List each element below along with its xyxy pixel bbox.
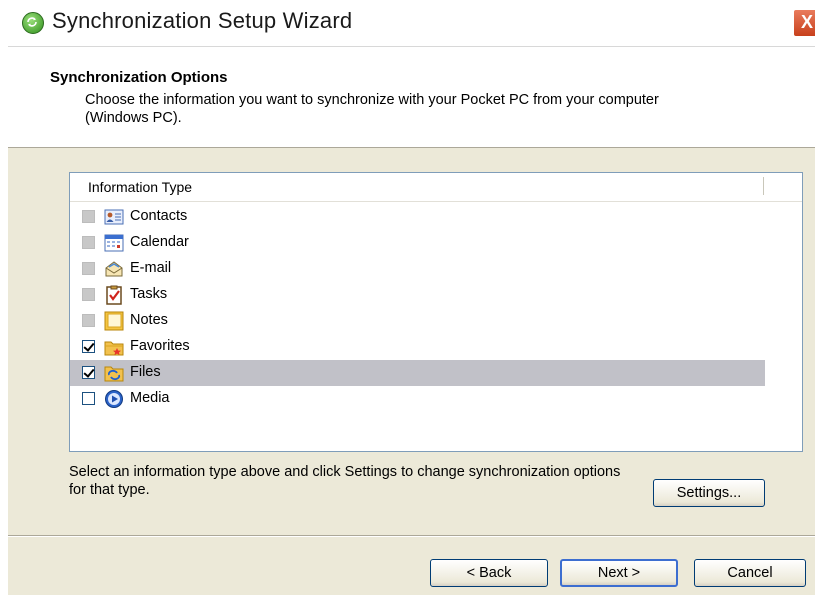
list-item-label: Files <box>130 364 161 380</box>
files-icon <box>104 366 124 382</box>
information-type-list[interactable]: Information Type Contacts Calendar E-mai… <box>69 172 803 452</box>
calendar-checkbox <box>82 236 95 249</box>
sync-app-icon <box>22 12 44 34</box>
files-checkbox[interactable] <box>82 366 95 379</box>
favorites-checkbox[interactable] <box>82 340 95 353</box>
cancel-button[interactable]: Cancel <box>694 559 806 587</box>
list-item-label: Contacts <box>130 208 188 224</box>
list-item-notes[interactable]: Notes <box>70 308 765 334</box>
list-item-email[interactable]: E-mail <box>70 256 765 282</box>
settings-button[interactable]: Settings... <box>653 479 765 507</box>
list-item-label: Favorites <box>130 338 190 354</box>
tasks-checkbox <box>82 288 95 301</box>
notes-checkbox <box>82 314 95 327</box>
list-item-label: Media <box>130 390 170 406</box>
notes-icon <box>104 311 124 331</box>
list-item-contacts[interactable]: Contacts <box>70 204 765 230</box>
calendar-icon <box>104 234 124 252</box>
tasks-icon <box>106 285 122 305</box>
back-button[interactable]: < Back <box>430 559 548 587</box>
footer-divider <box>8 535 815 537</box>
list-item-tasks[interactable]: Tasks <box>70 282 765 308</box>
window-title: Synchronization Setup Wizard <box>52 8 353 33</box>
column-header-label: Information Type <box>88 179 193 195</box>
contacts-checkbox <box>82 210 95 223</box>
page-title: Synchronization Options <box>50 69 228 86</box>
list-item-calendar[interactable]: Calendar <box>70 230 765 256</box>
wizard-header: Synchronization Options Choose the infor… <box>8 47 815 148</box>
list-item-label: Calendar <box>130 234 189 250</box>
list-item-label: Tasks <box>130 286 168 302</box>
title-bar[interactable]: Synchronization Setup Wizard X <box>8 0 815 47</box>
column-header-information-type[interactable]: Information Type <box>70 173 802 202</box>
wizard-window: Synchronization Setup Wizard X Synchroni… <box>8 0 815 595</box>
column-divider[interactable] <box>763 177 764 195</box>
settings-hint-text: Select an information type above and cli… <box>69 464 621 498</box>
media-icon <box>105 390 123 408</box>
email-icon <box>105 261 123 277</box>
email-checkbox <box>82 262 95 275</box>
list-item-label: Notes <box>130 312 168 328</box>
close-icon[interactable]: X <box>793 9 815 37</box>
list-item-files[interactable]: Files <box>70 360 765 386</box>
list-item-media[interactable]: Media <box>70 386 765 412</box>
media-checkbox[interactable] <box>82 392 95 405</box>
list-item-favorites[interactable]: Favorites <box>70 334 765 360</box>
next-button[interactable]: Next > <box>560 559 678 587</box>
list-item-label: E-mail <box>130 260 172 276</box>
contacts-icon <box>104 209 124 225</box>
favorites-icon <box>104 341 124 356</box>
page-description: Choose the information you want to synch… <box>85 92 659 126</box>
